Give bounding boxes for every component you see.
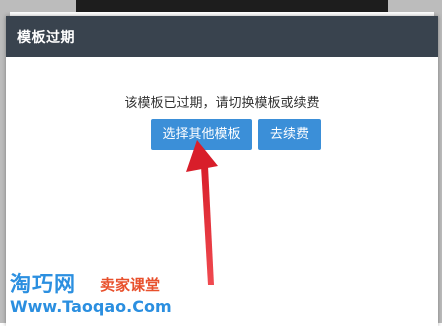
renew-button[interactable]: 去续费 — [258, 119, 321, 150]
watermark-logo: 淘巧网 — [10, 272, 76, 296]
dialog-title: 模板过期 — [17, 30, 75, 46]
watermark-slogan: 卖家课堂 — [100, 276, 161, 294]
dialog-header: 模板过期 — [6, 16, 438, 57]
choose-other-template-button[interactable]: 选择其他模板 — [151, 119, 252, 150]
backdrop-dark-strip — [76, 0, 388, 12]
expired-message: 该模板已过期，请切换模板或续费 — [124, 96, 320, 111]
watermark-url: Www.Taoqao.Com — [10, 297, 172, 316]
